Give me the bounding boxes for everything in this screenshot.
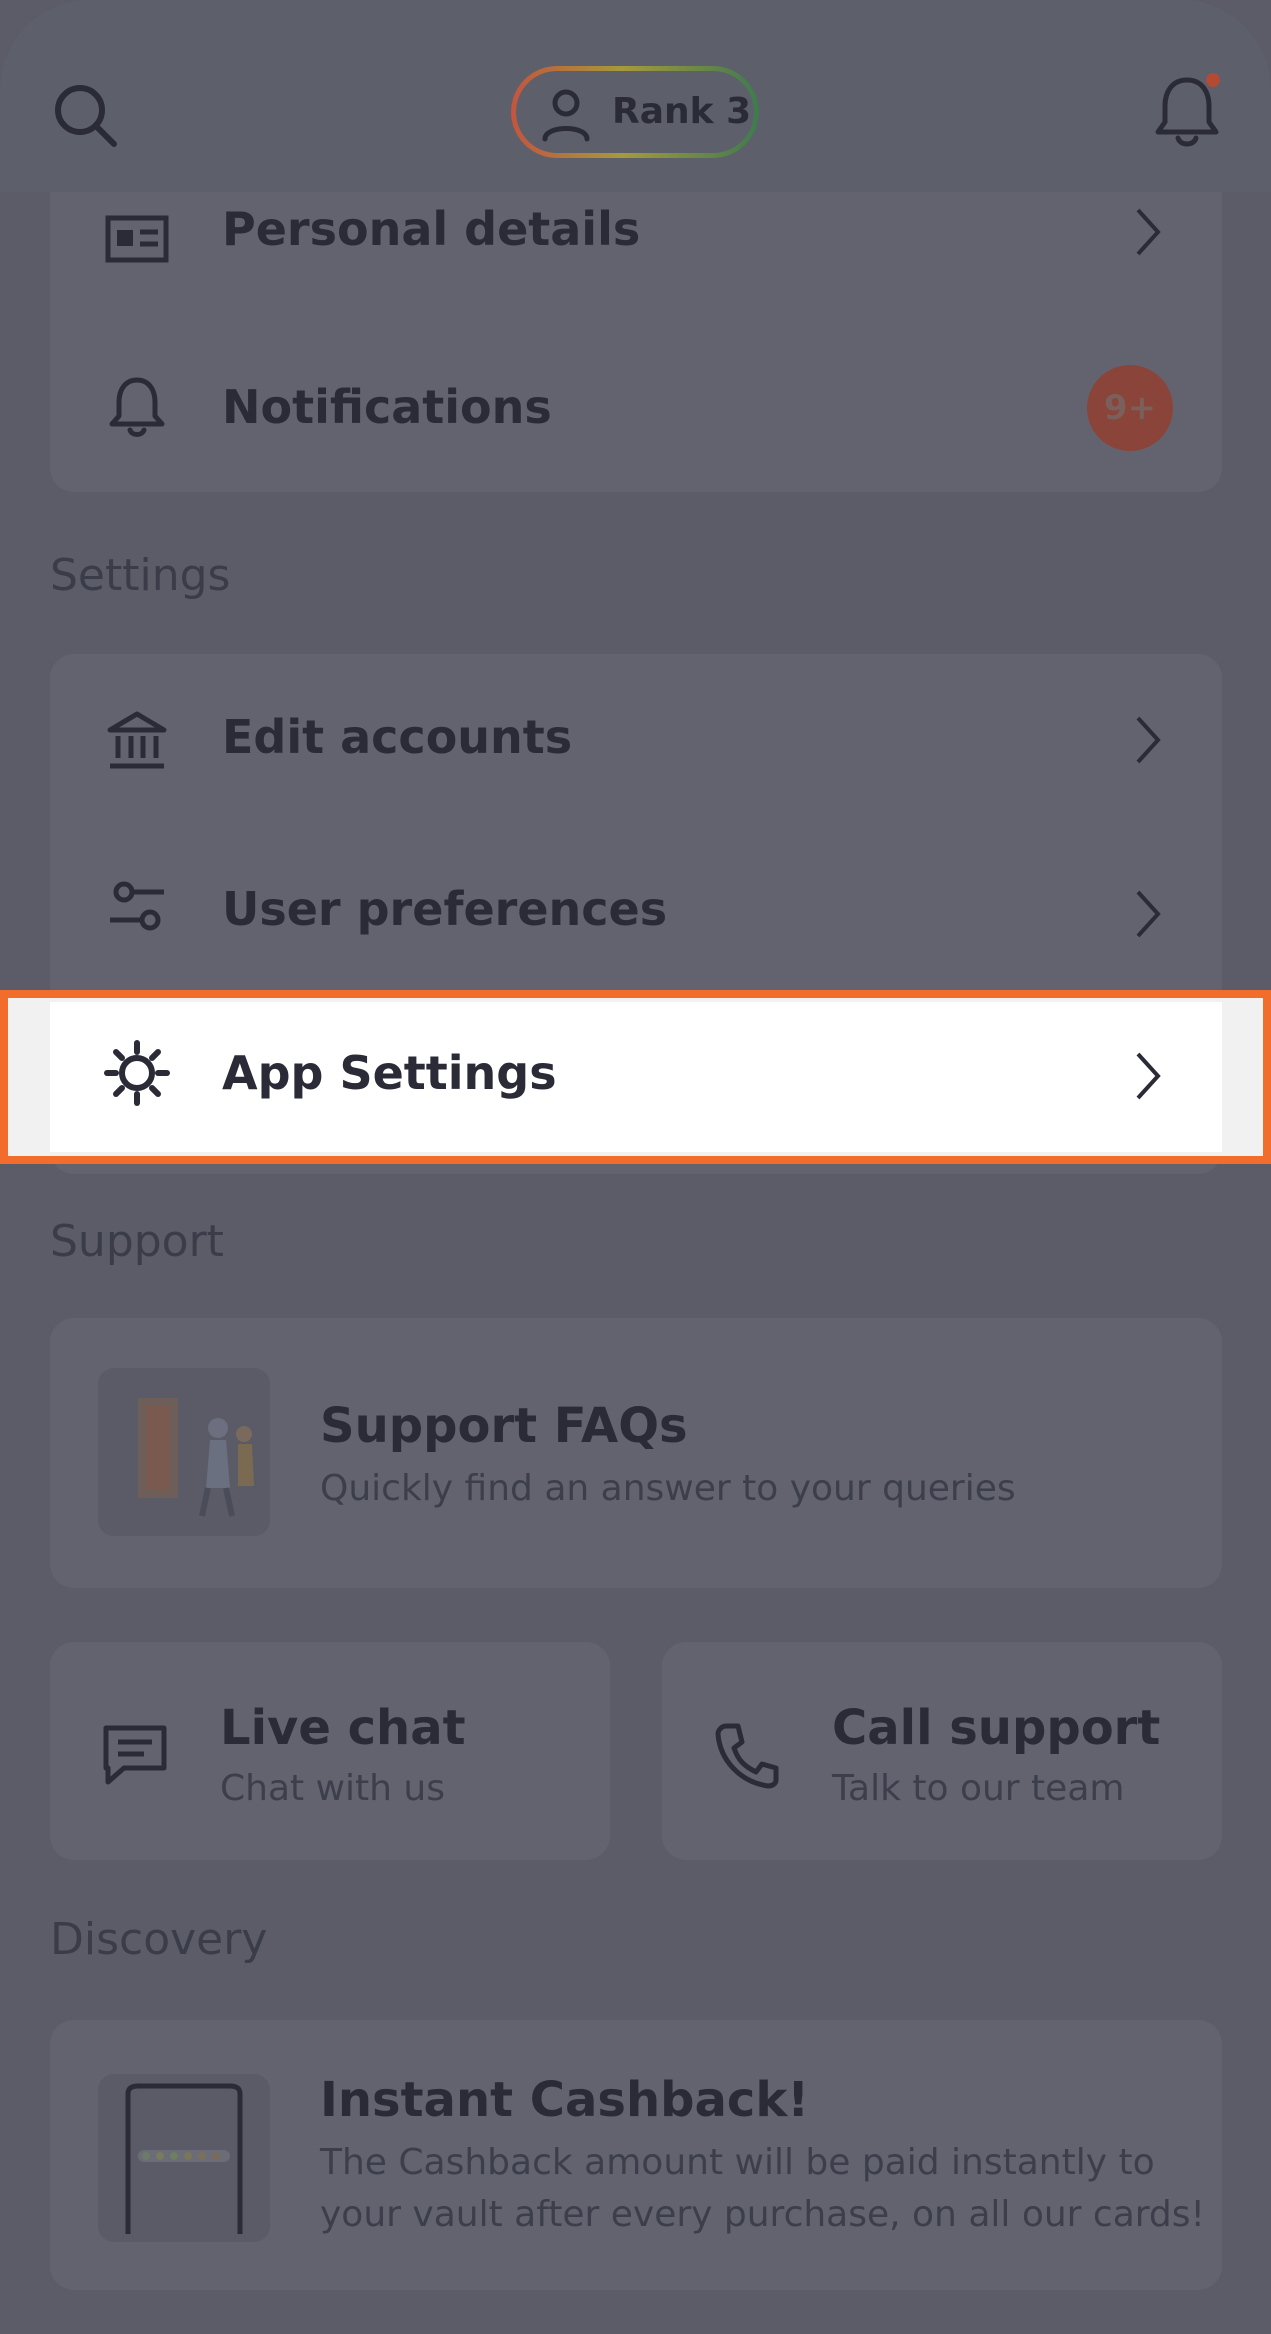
settings-section-title: Settings (50, 550, 231, 601)
discovery-section-title: Discovery (50, 1914, 268, 1965)
call-support-subtitle: Talk to our team (832, 1768, 1125, 1809)
search-icon (55, 85, 117, 147)
live-chat-title: Live chat (220, 1700, 466, 1756)
personal-details-row[interactable]: Personal details (50, 192, 1222, 272)
rank-button[interactable]: Rank 3 (511, 66, 759, 158)
chevron-right-icon (1136, 1052, 1161, 1100)
screen: Rank 3 Personal details Notifications 9+… (0, 0, 1271, 2334)
call-support-title: Call support (832, 1700, 1161, 1756)
app-settings-label: App Settings (222, 1046, 557, 1100)
user-preferences-label: User preferences (222, 882, 668, 936)
support-faqs-subtitle: Quickly find an answer to your queries (320, 1468, 1016, 1509)
support-faqs-illustration (98, 1368, 270, 1536)
chevron-right-icon (1136, 890, 1161, 938)
cashback-illustration (98, 2074, 270, 2242)
app-settings-row[interactable]: App Settings (50, 1000, 1222, 1150)
search-button[interactable] (48, 78, 128, 158)
user-preferences-row[interactable]: User preferences (50, 852, 1222, 964)
bank-icon (107, 711, 167, 769)
cashback-title: Instant Cashback! (320, 2072, 810, 2128)
gear-icon (104, 1040, 170, 1106)
support-faqs-title: Support FAQs (320, 1398, 688, 1454)
cashback-text-line2: your vault after every purchase, on all … (320, 2194, 1205, 2235)
edit-accounts-row[interactable]: Edit accounts (50, 680, 1222, 792)
edit-accounts-label: Edit accounts (222, 710, 573, 764)
notifications-badge: 9+ (1087, 365, 1173, 451)
personal-details-label: Personal details (222, 202, 641, 256)
top-app-bar: Rank 3 (0, 0, 1271, 192)
sliders-icon (110, 881, 164, 931)
person-icon (542, 89, 590, 142)
rank-label: Rank 3 (612, 91, 752, 132)
chevron-right-icon (1136, 208, 1161, 256)
phone-icon (715, 1723, 779, 1789)
support-illustration-icon (138, 1398, 254, 1517)
notification-dot (1206, 73, 1220, 87)
support-section-title: Support (50, 1216, 224, 1267)
live-chat-subtitle: Chat with us (220, 1768, 445, 1809)
bell-icon (109, 377, 165, 437)
phone-illustration-icon (125, 2083, 243, 2234)
id-card-icon (105, 215, 169, 263)
chat-icon (103, 1725, 167, 1785)
notifications-row[interactable]: Notifications (50, 352, 1222, 464)
notifications-label: Notifications (222, 380, 552, 434)
cashback-text-line1: The Cashback amount will be paid instant… (320, 2142, 1155, 2183)
chevron-right-icon (1136, 716, 1161, 764)
